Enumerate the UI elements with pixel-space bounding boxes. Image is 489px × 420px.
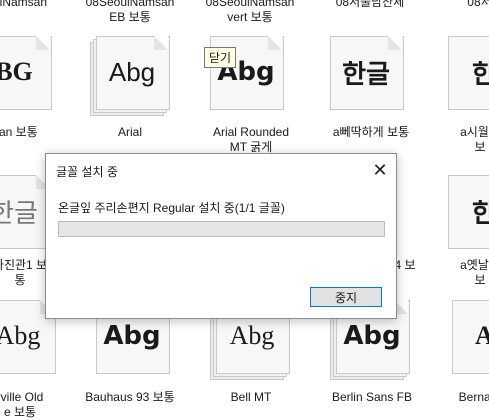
font-label: Bernard [458,390,489,404]
font-label: a뻬딱하게 보통 [332,125,410,139]
font-label: 08SeoulNamsan [85,0,175,9]
font-label: Berlin Sans FB [331,390,413,404]
font-label: 08SeoulNamsan [205,0,295,9]
font-label: 08서울 [467,0,489,9]
font-label: diNamsan [0,0,48,9]
install-status-text: 온글잎 주리손편지 Regular 설치 중(1/1 글꼴) [58,201,285,215]
font-install-dialog: 글꼴 설치 중 ✕ 온글잎 주리손편지 Regular 설치 중(1/1 글꼴)… [45,153,397,319]
font-label: Arial [117,125,142,139]
install-progress-bar [58,221,385,237]
font-label: 08서울남산체 [335,0,405,9]
close-tooltip: 닫기 [204,47,237,68]
font-label: rian 보통 [0,125,38,139]
font-sample: 한 [472,59,489,90]
font-sample: 한글 [0,198,38,229]
font-label: Arial Rounded [212,125,290,139]
font-label: vert 보통 [227,10,273,24]
font-label: 보 [474,140,486,154]
font-label: EB 보통 [109,10,151,24]
font-label: Bell MT [230,390,272,404]
font-label: a시월구 [460,125,489,139]
dialog-title: 글꼴 설치 중 [56,165,118,179]
font-sample: 한글 [342,59,390,90]
font-sample: 한 [472,198,489,229]
font-sample: Abg [108,56,156,87]
font-tile[interactable]: 한글 [330,36,408,116]
font-tile[interactable]: BG [0,36,56,116]
font-sample: BG [0,57,33,86]
font-sample: Al [475,321,489,350]
font-label: Bauhaus 93 보통 [85,390,175,404]
font-label: a옛날사 [460,258,489,272]
font-label: rville Old [0,390,44,404]
font-label: e 보통 [3,405,37,419]
font-tile-bernard[interactable]: Al [452,300,489,380]
font-tile-arial[interactable]: Abg [90,36,174,116]
font-tile[interactable]: 한 [448,175,489,255]
font-label: 보 [474,273,486,287]
font-tile[interactable]: 한 [448,36,489,116]
close-icon[interactable]: ✕ [368,158,392,182]
stop-button[interactable]: 중지 [310,287,382,307]
